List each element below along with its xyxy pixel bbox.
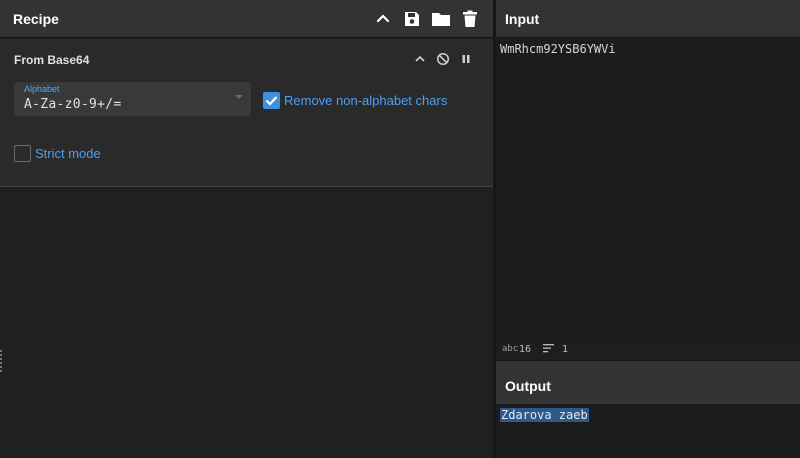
length-icon: abc — [502, 344, 519, 354]
lines-icon — [543, 343, 555, 356]
operation-from-base64: From Base64 Alphabet A-Za-z0-9+/= Remove… — [0, 39, 493, 187]
alphabet-label: Alphabet — [24, 84, 60, 94]
input-pane: Input WmRhcm92YSB6YWVi abc 16 1 — [496, 0, 800, 360]
output-title: Output — [505, 378, 551, 394]
recipe-drop-area[interactable] — [0, 187, 493, 458]
alphabet-select[interactable]: Alphabet A-Za-z0-9+/= — [14, 82, 251, 116]
remove-non-alphabet-label[interactable]: Remove non-alphabet chars — [284, 93, 447, 108]
strict-mode-label[interactable]: Strict mode — [35, 146, 101, 161]
folder-icon[interactable] — [431, 9, 451, 29]
trash-icon[interactable] — [460, 9, 480, 29]
chevron-up-icon[interactable] — [412, 51, 428, 67]
output-pane: Output Zdarova zaeb — [496, 360, 800, 458]
recipe-title: Recipe — [13, 11, 59, 27]
input-length: 16 — [519, 344, 532, 355]
remove-non-alphabet-checkbox[interactable] — [263, 92, 280, 109]
caret-down-icon — [235, 95, 243, 99]
save-icon[interactable] — [402, 9, 422, 29]
input-header: Input — [496, 0, 800, 38]
input-lines: 1 — [562, 344, 569, 355]
operation-title: From Base64 — [14, 53, 90, 67]
output-header: Output — [496, 360, 800, 404]
recipe-header: Recipe — [0, 0, 493, 38]
recipe-pane: Recipe From Base64 Alphabet A-Za-z0-9+/= — [0, 0, 493, 458]
pause-icon[interactable] — [458, 51, 474, 67]
chevron-up-icon[interactable] — [373, 9, 393, 29]
input-title: Input — [505, 11, 540, 27]
strict-mode-checkbox[interactable] — [14, 145, 31, 162]
resize-handle[interactable] — [0, 348, 3, 378]
output-text[interactable]: Zdarova zaeb — [500, 408, 589, 422]
disable-icon[interactable] — [435, 51, 451, 67]
alphabet-value: A-Za-z0-9+/= — [24, 97, 122, 112]
input-textarea[interactable]: WmRhcm92YSB6YWVi — [500, 42, 616, 56]
input-status-bar: abc 16 1 — [496, 340, 800, 360]
checkmark-icon — [265, 96, 278, 106]
